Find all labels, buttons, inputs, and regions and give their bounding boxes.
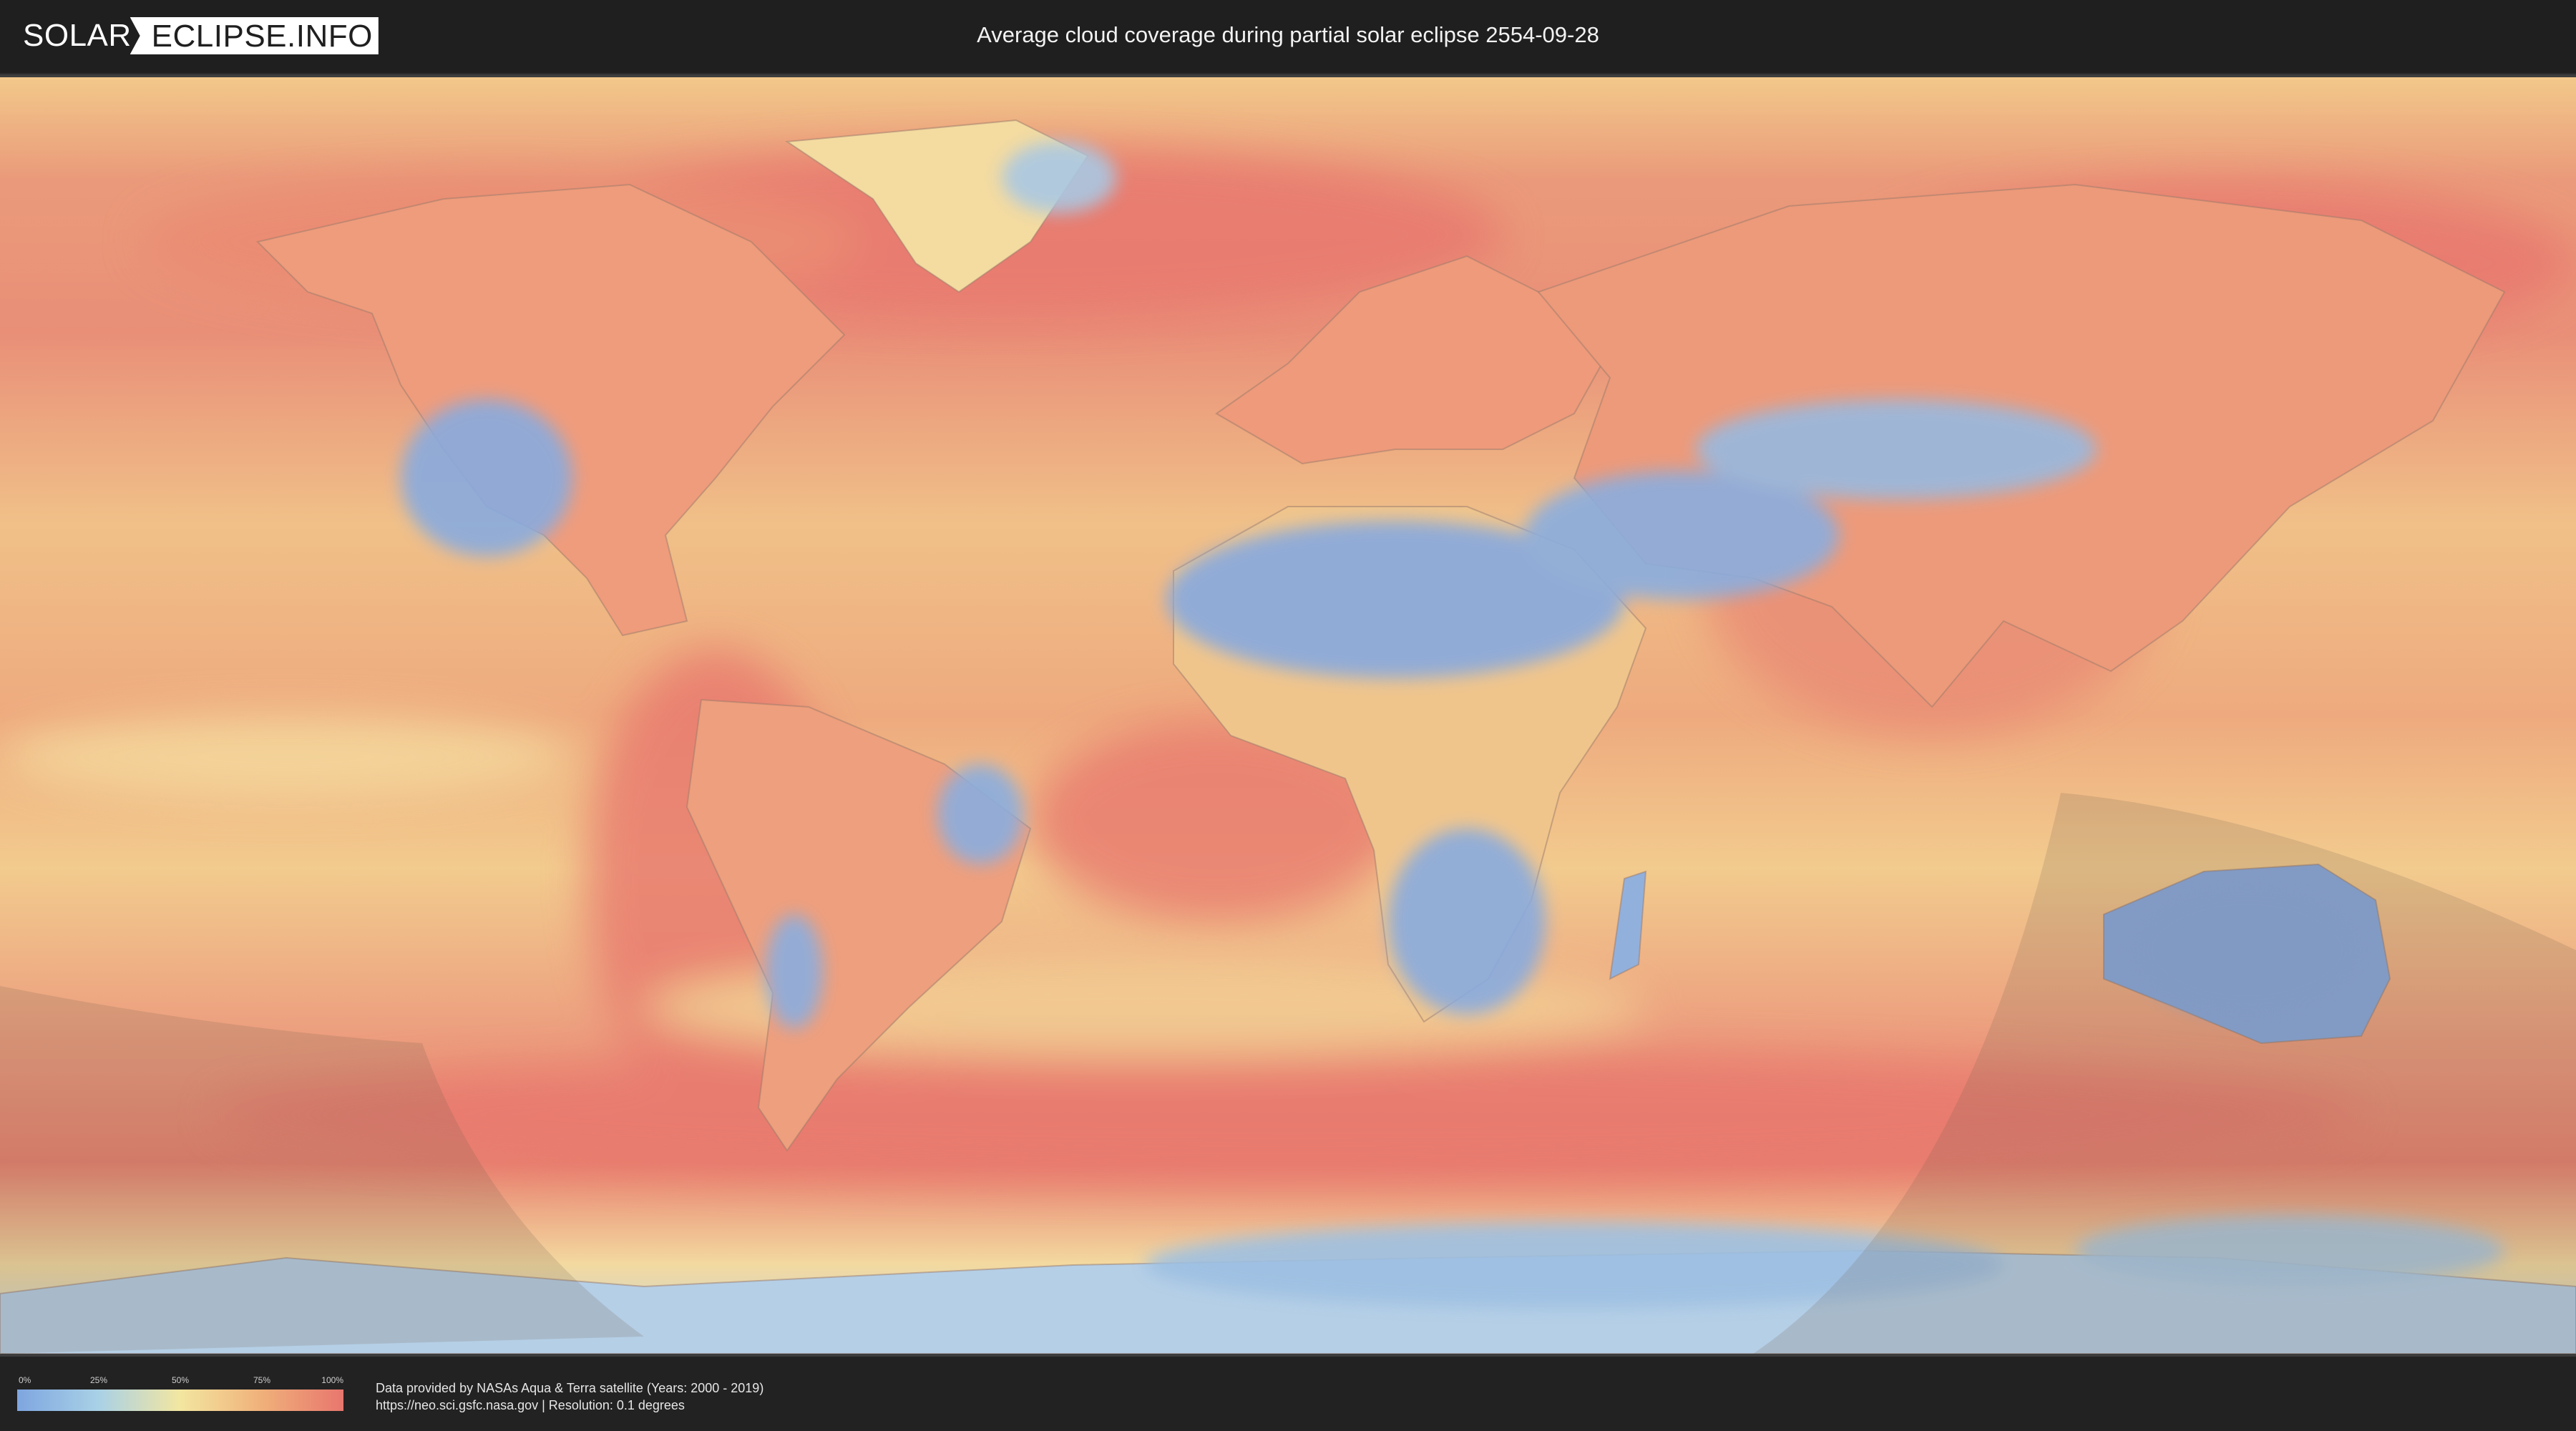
cloud-coverage-legend: 0% 25% 50% 75% 100% xyxy=(17,1375,343,1412)
data-credits: Data provided by NASAs Aqua & Terra sate… xyxy=(376,1379,763,1414)
legend-color-bar xyxy=(17,1390,343,1411)
credits-source: Data provided by NASAs Aqua & Terra sate… xyxy=(376,1381,764,1395)
cloud-coverage-map xyxy=(0,74,2576,1357)
credits-url: https://neo.sci.gsfc.nasa.gov | Resoluti… xyxy=(376,1398,685,1412)
map-canvas xyxy=(0,77,2576,1354)
legend-tick-100: 100% xyxy=(321,1375,343,1385)
header-bar: SOLAR ECLIPSE.INFO Average cloud coverag… xyxy=(0,0,2576,73)
legend-tick-50: 50% xyxy=(171,1375,190,1385)
legend-tick-75: 75% xyxy=(253,1375,271,1385)
footer-bar: 0% 25% 50% 75% 100% Data provided by NAS… xyxy=(0,1357,2576,1431)
legend-ticks: 0% 25% 50% 75% 100% xyxy=(17,1375,343,1387)
legend-tick-0: 0% xyxy=(19,1375,31,1385)
legend-tick-25: 25% xyxy=(89,1375,108,1385)
page-title: Average cloud coverage during partial so… xyxy=(977,22,1599,47)
